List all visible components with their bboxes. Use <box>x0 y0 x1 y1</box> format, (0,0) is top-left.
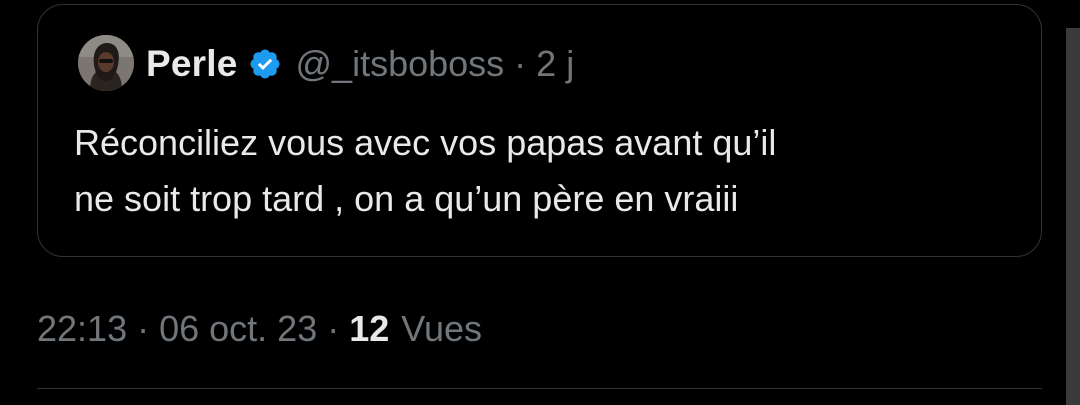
quoted-tweet-text: Réconciliez vous avec vos papas avant qu… <box>74 122 777 219</box>
author-row: Perle @_itsboboss · 2 j <box>146 41 574 87</box>
avatar[interactable] <box>78 35 134 91</box>
tweet-date[interactable]: 06 oct. 23 <box>159 308 317 350</box>
tweet-meta: 22:13 · 06 oct. 23 · 12 Vues <box>37 304 482 354</box>
scrollbar[interactable] <box>1066 28 1080 405</box>
meta-separator-dot: · <box>327 308 340 349</box>
views-count: 12 <box>349 308 390 349</box>
author-handle[interactable]: @_itsboboss <box>296 43 505 85</box>
tweet-age[interactable]: 2 j <box>536 43 574 85</box>
divider <box>37 388 1042 389</box>
avatar-image-icon <box>78 35 134 91</box>
tweet-time[interactable]: 22:13 <box>37 308 127 350</box>
separator-dot: · <box>514 43 527 84</box>
quoted-tweet-card[interactable]: Perle @_itsboboss · 2 j Réconciliez vous… <box>37 4 1042 257</box>
meta-separator-dot: · <box>137 308 150 349</box>
views-label: Vues <box>401 308 482 349</box>
display-name[interactable]: Perle <box>146 43 238 85</box>
verified-badge-icon <box>249 49 280 79</box>
